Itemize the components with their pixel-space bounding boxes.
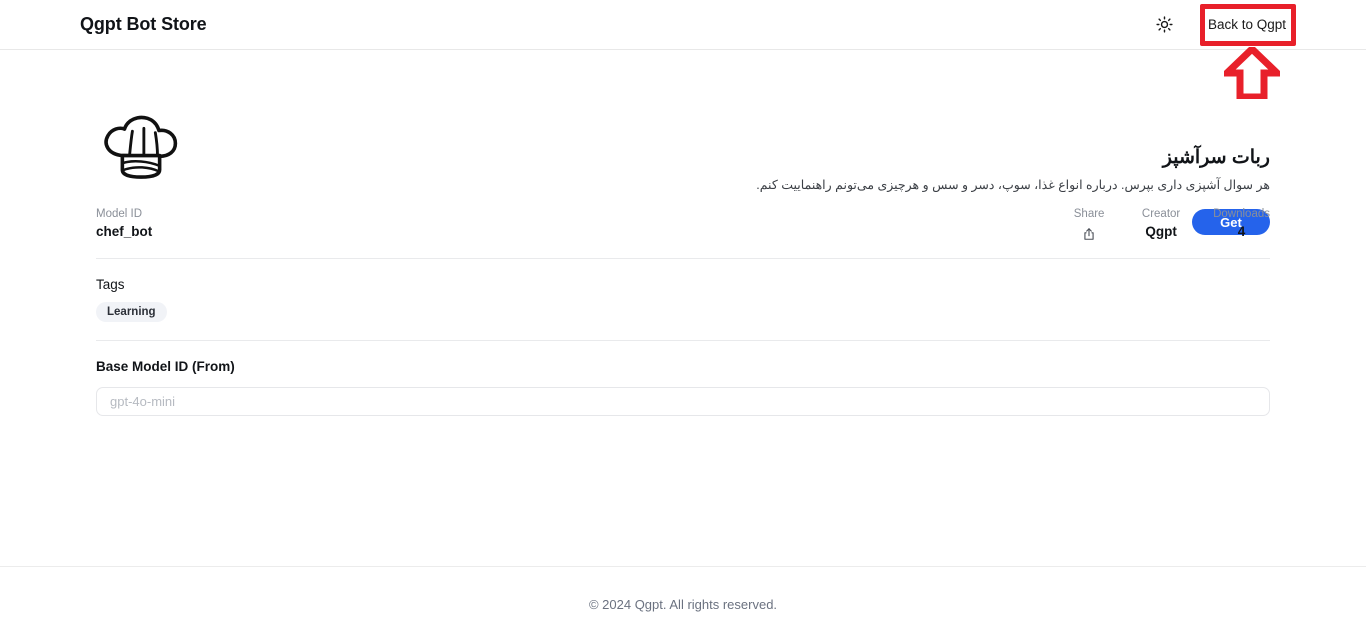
back-to-qgpt-button[interactable]: Back to Qgpt (1193, 9, 1300, 40)
tags-heading: Tags (96, 277, 125, 292)
app-header: Qgpt Bot Store Back to Qgpt (0, 0, 1366, 50)
base-model-label: Base Model ID (From) (96, 359, 235, 374)
share-icon[interactable] (1082, 225, 1096, 242)
bot-meta-row: Model ID chef_bot Share Creator Qgpt Dow… (96, 206, 1270, 254)
main-content: ربات سرآشپز هر سوال آشپزی داری بپرس. درب… (0, 51, 1366, 566)
bot-description: هر سوال آشپزی داری بپرس. درباره انواع غذ… (756, 178, 1270, 192)
meta-stats: Share Creator Qgpt Downloads 4 (1069, 206, 1270, 242)
page-root: Qgpt Bot Store Back to Qgpt ربات سرآشپز … (0, 0, 1366, 641)
divider-top (96, 258, 1270, 259)
downloads-label: Downloads (1213, 208, 1270, 220)
share-stat[interactable]: Share (1069, 206, 1109, 242)
base-model-section: Base Model ID (From) (96, 359, 1270, 416)
model-id-value: chef_bot (96, 224, 153, 240)
chef-hat-icon (96, 102, 186, 192)
tags-section: Tags Learning (96, 277, 1270, 322)
downloads-stat: Downloads 4 (1213, 206, 1270, 241)
creator-label: Creator (1141, 208, 1181, 220)
divider-bottom (96, 340, 1270, 341)
base-model-input[interactable] (96, 387, 1270, 416)
app-title: Qgpt Bot Store (80, 14, 207, 34)
page-footer: © 2024 Qgpt. All rights reserved. (0, 566, 1366, 641)
header-actions: Back to Qgpt (1153, 9, 1300, 40)
creator-stat: Creator Qgpt (1141, 206, 1181, 241)
downloads-value: 4 (1237, 224, 1246, 240)
bot-title: ربات سرآشپز (1162, 147, 1270, 168)
creator-value: Qgpt (1145, 224, 1177, 240)
model-id-label: Model ID (96, 208, 143, 220)
tag-item[interactable]: Learning (96, 302, 167, 322)
sun-icon[interactable] (1153, 13, 1177, 37)
model-id-block: Model ID chef_bot (96, 206, 152, 241)
copyright-text: © 2024 Qgpt. All rights reserved. (588, 596, 778, 612)
tag-list: Learning (96, 302, 1270, 322)
share-label: Share (1073, 208, 1105, 220)
